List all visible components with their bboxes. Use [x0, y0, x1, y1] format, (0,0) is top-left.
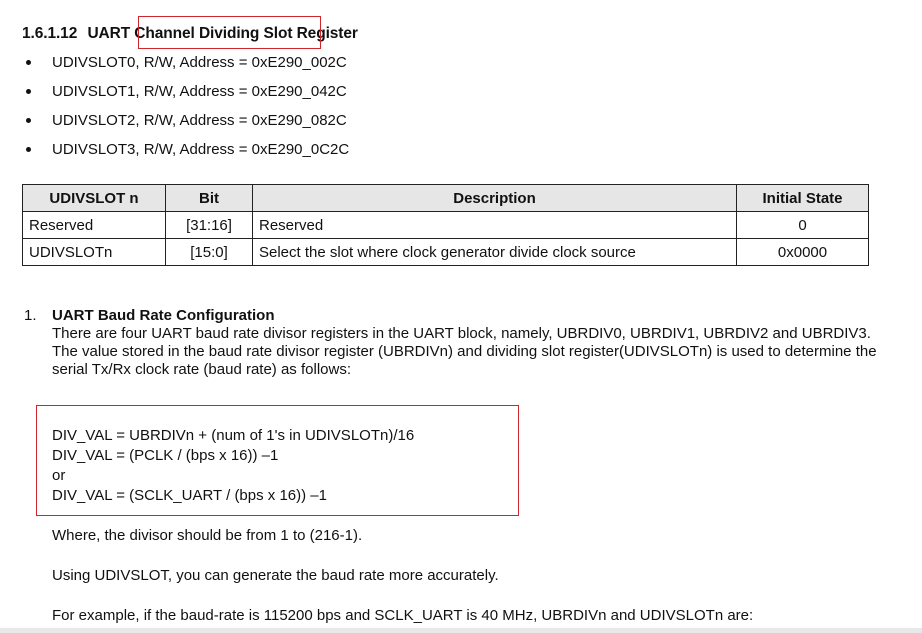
document-page: 1.6.1.12 UART Channel Dividing Slot Regi…	[0, 0, 922, 633]
section-paragraph: The value stored in the baud rate diviso…	[52, 343, 877, 378]
address-item: UDIVSLOT1, R/W, Address = 0xE290_042C	[24, 83, 349, 112]
address-item: UDIVSLOT3, R/W, Address = 0xE290_0C2C	[24, 141, 349, 170]
highlight-box-formulas	[36, 405, 519, 516]
column-header: Initial State	[736, 184, 869, 212]
register-table: UDIVSLOT n Bit Description Initial State…	[22, 184, 869, 266]
table-row: Reserved [31:16] Reserved 0	[22, 211, 869, 239]
table-cell: Reserved	[22, 211, 166, 239]
table-row: UDIVSLOTn [15:0] Select the slot where c…	[22, 238, 869, 266]
table-cell: Select the slot where clock generator di…	[252, 238, 737, 266]
table-cell: [15:0]	[165, 238, 253, 266]
table-cell: 0	[736, 211, 869, 239]
bullet-icon	[26, 89, 31, 94]
table-header-row: UDIVSLOT n Bit Description Initial State	[22, 184, 869, 212]
bottom-edge	[0, 628, 922, 633]
address-list: UDIVSLOT0, R/W, Address = 0xE290_002C UD…	[24, 54, 349, 170]
heading-number: 1.6.1.12	[22, 25, 78, 42]
table-cell: [31:16]	[165, 211, 253, 239]
highlight-box-heading	[138, 16, 321, 49]
paragraph: Where, the divisor should be from 1 to (…	[52, 527, 363, 544]
section-paragraph: There are four UART baud rate divisor re…	[52, 325, 871, 342]
bullet-icon	[26, 60, 31, 65]
table-cell: 0x0000	[736, 238, 869, 266]
address-item: UDIVSLOT0, R/W, Address = 0xE290_002C	[24, 54, 349, 83]
paragraph: For example, if the baud-rate is 115200 …	[52, 607, 754, 624]
table-cell: UDIVSLOTn	[22, 238, 166, 266]
column-header: Description	[252, 184, 737, 212]
column-header: Bit	[165, 184, 253, 212]
paragraph: Using UDIVSLOT, you can generate the bau…	[52, 567, 499, 584]
column-header: UDIVSLOT n	[22, 184, 166, 212]
section-body: UART Baud Rate Configuration There are f…	[52, 307, 902, 379]
table-cell: Reserved	[252, 211, 737, 239]
bullet-icon	[26, 118, 31, 123]
bullet-icon	[26, 147, 31, 152]
address-item: UDIVSLOT2, R/W, Address = 0xE290_082C	[24, 112, 349, 141]
section-number: 1.	[24, 307, 37, 324]
section-title: UART Baud Rate Configuration	[52, 307, 275, 324]
